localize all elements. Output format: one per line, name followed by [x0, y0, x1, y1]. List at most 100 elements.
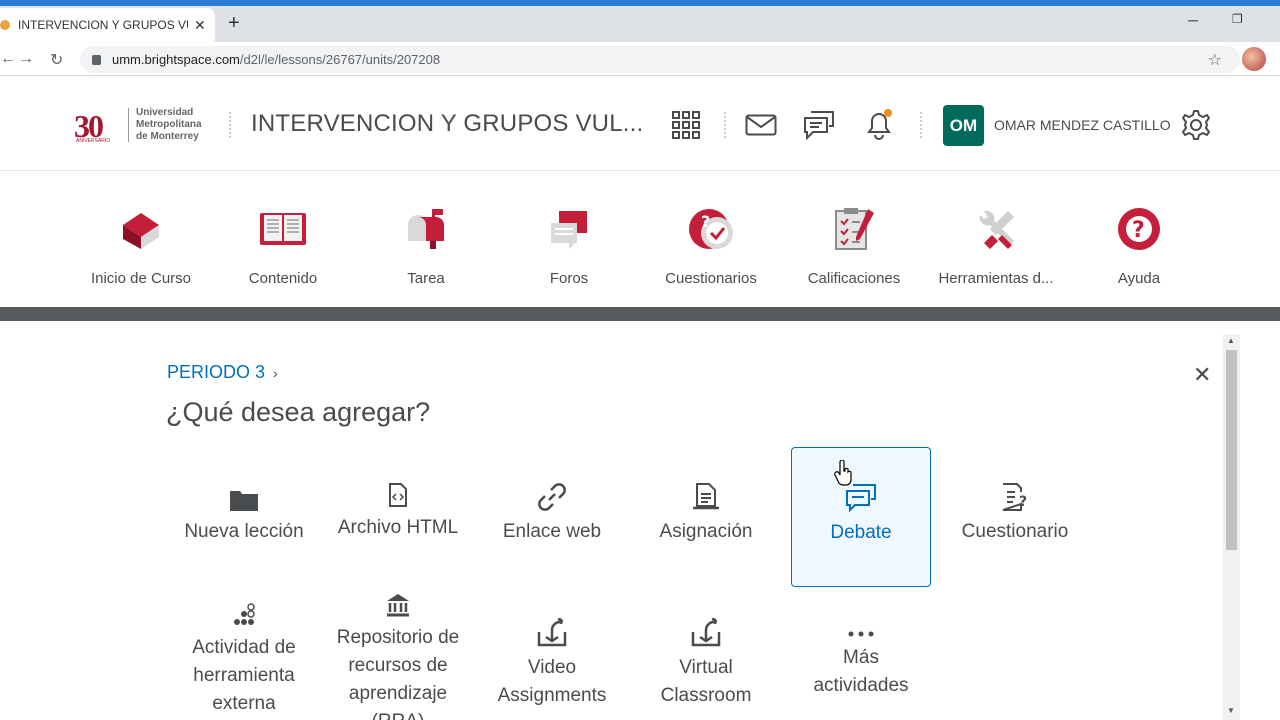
tile-archivo-html[interactable]: Archivo HTML	[328, 476, 468, 556]
tile-video-assignments[interactable]: Video Assignments	[482, 612, 622, 712]
nav-label: Foros	[549, 270, 589, 287]
html-file-icon	[389, 483, 407, 507]
tile-repositorio-rra[interactable]: Repositorio de recursos de aprendizaje (…	[328, 588, 468, 720]
tile-label-3: aprendizaje	[348, 683, 448, 704]
breadcrumb[interactable]: PERIODO 3 ›	[167, 362, 278, 383]
nav-item-calificaciones[interactable]: Calificaciones	[779, 200, 929, 287]
back-arrow-icon[interactable]: ←	[0, 50, 16, 68]
nav-label: Contenido	[248, 270, 318, 287]
external-tool-dots-icon	[234, 603, 255, 625]
tile-virtual-classroom[interactable]: Virtual Classroom	[636, 612, 776, 712]
tile-label-1: Virtual	[679, 657, 733, 678]
tile-label: Debate	[830, 522, 892, 543]
browser-toolbar: ← → ↻ umm.brightspace.com /d2l/le/lesson…	[0, 42, 1280, 76]
svg-text:?: ?	[1132, 218, 1145, 243]
logo-line-3: de Monterrey	[136, 131, 199, 142]
scroll-down-arrow-icon[interactable]: ▼	[1227, 706, 1235, 715]
address-bar[interactable]: umm.brightspace.com /d2l/le/lessons/2676…	[80, 46, 1240, 73]
tile-mas-actividades[interactable]: Más actividades	[791, 612, 931, 712]
scrollbar-thumb[interactable]	[1226, 350, 1237, 550]
repository-building-icon	[387, 594, 409, 617]
close-dialog-icon[interactable]: ✕	[1193, 362, 1211, 388]
url-path: /d2l/le/lessons/26767/units/207208	[239, 52, 441, 67]
notification-bell-icon[interactable]	[863, 108, 895, 140]
header-divider	[724, 112, 726, 138]
breadcrumb-periodo[interactable]: PERIODO 3	[167, 362, 265, 382]
lock-icon	[92, 54, 101, 65]
favicon-icon	[0, 20, 10, 30]
help-question-icon: ?	[1118, 208, 1160, 250]
browser-tabstrip: INTERVENCION Y GRUPOS VULN ✕ + ─ ❐	[0, 0, 1280, 42]
logo-line-2: Metropolitana	[136, 119, 202, 130]
nav-item-foros[interactable]: Foros	[494, 200, 644, 287]
tile-label-2: Assignments	[497, 685, 607, 706]
browser-profile-avatar[interactable]	[1242, 47, 1266, 71]
nav-item-tarea[interactable]: Tarea	[351, 200, 501, 287]
tile-label-1: Video	[527, 657, 577, 678]
minimize-button[interactable]: ─	[1188, 12, 1198, 28]
chat-bubbles-icon[interactable]	[803, 110, 835, 140]
tile-label-1: Actividad de	[192, 637, 296, 658]
more-ellipsis-icon	[848, 631, 874, 637]
tile-label: Enlace web	[502, 521, 602, 542]
tile-label-3: externa	[212, 693, 276, 714]
forum-speech-icon	[551, 211, 587, 249]
tile-label-1: Más	[843, 647, 879, 668]
discussion-bubbles-icon	[846, 484, 876, 513]
tile-enlace-web[interactable]: Enlace web	[482, 476, 622, 556]
logo-anniversary-text: ANIVERSARIO	[76, 138, 111, 144]
nav-item-contenido[interactable]: Contenido	[208, 200, 358, 287]
nav-item-herramientas[interactable]: Herramientas d...	[921, 200, 1071, 287]
university-logo-text[interactable]: Universidad Metropolitana de Monterrey	[136, 107, 202, 143]
nav-label: Cuestionarios	[665, 270, 757, 287]
bookmark-star-icon[interactable]: ☆	[1208, 50, 1222, 70]
scroll-up-arrow-icon[interactable]: ▲	[1227, 336, 1235, 345]
folder-icon	[230, 491, 258, 511]
forward-arrow-icon[interactable]: →	[18, 50, 34, 68]
mailbox-icon	[408, 209, 444, 249]
restore-button[interactable]: ❐	[1232, 12, 1243, 26]
page-root: INTERVENCION Y GRUPOS VULN ✕ + ─ ❐ ← → ↻…	[0, 0, 1280, 720]
open-book-icon	[260, 213, 306, 245]
svg-text:?: ?	[1019, 494, 1027, 510]
nav-label: Herramientas d...	[938, 270, 1054, 287]
breadcrumb-chevron-icon: ›	[273, 365, 278, 381]
assignment-document-icon	[693, 483, 719, 510]
nav-item-inicio[interactable]: Inicio de Curso	[66, 200, 216, 287]
tile-actividad-externa[interactable]: Actividad de herramienta externa	[174, 598, 314, 720]
house-icon	[123, 213, 159, 249]
tab-close-icon[interactable]: ✕	[194, 17, 206, 34]
reload-icon[interactable]: ↻	[50, 50, 63, 70]
tile-asignacion[interactable]: Asignación	[636, 476, 776, 556]
tools-wrench-icon	[979, 210, 1014, 249]
tile-label-2: actividades	[813, 675, 909, 696]
upload-tray-icon	[691, 617, 721, 647]
nav-label: Tarea	[407, 270, 445, 287]
user-name[interactable]: OMAR MENDEZ CASTILLO	[994, 117, 1171, 133]
mail-icon[interactable]	[745, 114, 777, 136]
tile-label-1: Repositorio de	[336, 627, 460, 648]
tile-label-2: Classroom	[660, 685, 752, 706]
url-host: umm.brightspace.com	[112, 52, 240, 67]
svg-text:?: ?	[701, 212, 710, 231]
new-tab-button[interactable]: +	[228, 12, 240, 35]
grades-clipboard-icon	[835, 208, 874, 250]
tile-debate[interactable]: Debate	[791, 447, 931, 587]
nav-label: Inicio de Curso	[90, 270, 192, 287]
logo-line-1: Universidad	[136, 107, 194, 118]
browser-tab[interactable]: INTERVENCION Y GRUPOS VULN ✕	[0, 8, 215, 42]
tile-cuestionario[interactable]: ? Cuestionario	[945, 476, 1085, 556]
course-title[interactable]: INTERVENCION Y GRUPOS VUL...	[251, 110, 643, 138]
settings-gear-icon[interactable]	[1180, 109, 1212, 141]
tile-label-4: (RRA)	[328, 708, 468, 720]
logo-separator	[128, 108, 129, 142]
user-avatar[interactable]: OM	[943, 105, 984, 146]
tile-nueva-leccion[interactable]: Nueva lección	[174, 476, 314, 556]
nav-item-cuestionarios[interactable]: ? Cuestionarios	[636, 200, 786, 287]
quiz-check-icon: ?	[689, 209, 733, 249]
course-selector-grid-icon[interactable]	[671, 110, 701, 140]
tile-label: Asignación	[659, 521, 753, 542]
dialog-scrollbar[interactable]: ▲ ▼	[1223, 334, 1240, 720]
window-topline	[0, 0, 1280, 6]
nav-item-ayuda[interactable]: ? Ayuda	[1064, 200, 1214, 287]
